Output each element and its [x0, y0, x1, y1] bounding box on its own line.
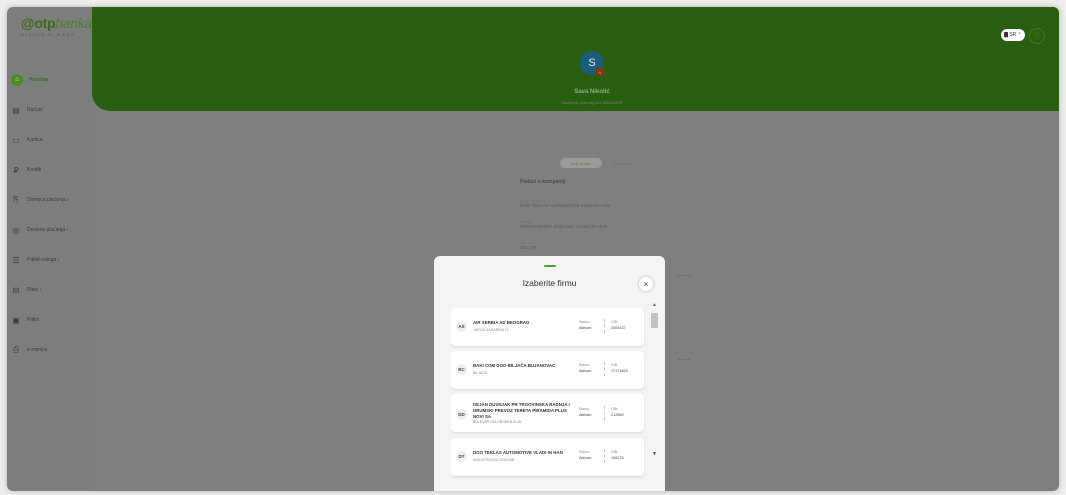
order-package-icon: ☰ — [12, 255, 20, 265]
e-invoice-icon: ⎙ — [12, 345, 20, 354]
sidebar-item-9[interactable]: ⎙ e-menice — [7, 335, 92, 365]
modal-title: Izaberite firmu — [522, 278, 577, 288]
firm-card[interactable]: DT DOO TEKLAS AUTOMOTIVE VLADI IN HAN INDU… — [451, 438, 644, 476]
sidebar-item-label: Plate › — [27, 287, 42, 293]
logout-button[interactable]: ⏻ — [1029, 28, 1045, 44]
user-role: Zastupnik pravnog lica MANAGER — [561, 100, 623, 105]
address-value: INDUSTRIJSKA ZONA BB, VLADIČIN HAN — [520, 224, 608, 229]
sidebar-item-1[interactable]: ▤ Računi — [7, 95, 92, 125]
divider — [678, 275, 690, 276]
domestic-payments-icon: ⎘ — [12, 195, 20, 204]
firm-status-value: Aktivan — [579, 413, 592, 417]
firm-name: DOO TEKLAS AUTOMOTIVE VLADI IN HAN — [473, 450, 563, 455]
sidebar-item-2[interactable]: ▭ Kartice — [7, 125, 92, 155]
firm-oib-label: OIB: — [611, 407, 619, 411]
firm-initials-badge: AS — [456, 321, 467, 332]
firm-name: AIR SERBIA AD BEOGRAD — [473, 320, 530, 325]
firm-initials-badge: DT — [456, 451, 467, 462]
sidebar-item-label: Početna — [29, 77, 49, 83]
sidebar-item-8[interactable]: ▣ Prilivi — [7, 305, 92, 335]
firm-address: BILJAČA — [473, 371, 488, 375]
firm-oib-value: 17171603 — [611, 369, 628, 373]
tab-settings[interactable]: Postavke — [602, 158, 644, 168]
scrollbar-thumb[interactable] — [651, 313, 658, 328]
language-selector[interactable]: ▇ SR ⌃ — [1001, 29, 1025, 41]
firm-card[interactable]: AS AIR SERBIA AD BEOGRAD JURIJA GAGARINA 1… — [451, 308, 644, 346]
sidebar-item-label: Krediti — [27, 167, 42, 173]
firm-oib-label: OIB: — [611, 320, 619, 324]
profile-tabs: Moji podaci Postavke — [560, 158, 644, 168]
sidebar-item-label: Prilivi — [27, 317, 39, 323]
divider — [678, 359, 690, 360]
profile-header: ▇ SR ⌃ ⏻ S N Sava Nikolić Zastupnik prav… — [92, 7, 1059, 111]
separator — [604, 319, 605, 333]
separator — [604, 406, 605, 420]
sidebar-item-label: e-menice — [27, 347, 48, 353]
company-info: Podaci o kompaniji Naziv kompanije DOO T… — [520, 179, 610, 262]
firm-initials-badge: BC — [456, 364, 467, 375]
firm-card[interactable]: DD DEJAN DUVNJAK PR TRGOVINSKA RADNJA I D… — [451, 394, 644, 432]
drag-handle[interactable] — [544, 265, 556, 267]
sidebar-item-3[interactable]: ₽ Krediti — [7, 155, 92, 185]
scroll-up-icon[interactable]: ▲ — [652, 302, 657, 308]
firm-address: INDUSTRIJSKA ZONA BB — [473, 458, 515, 462]
credits-icon: ₽ — [13, 165, 19, 175]
firm-name: DEJAN DUVNJAK PR TRGOVINSKA RADNJA I DRU… — [473, 402, 570, 419]
accounts-icon: ▤ — [12, 105, 20, 115]
firm-list: AS AIR SERBIA AD BEOGRAD JURIJA GAGARINA 1… — [451, 308, 657, 491]
sidebar-item-label: Paket naloga › — [27, 257, 60, 263]
firm-oib-label: OIB: — [611, 450, 619, 454]
firm-oib-value: 2006137 — [611, 326, 626, 330]
sidebar-item-label: Računi — [27, 107, 43, 113]
firm-status-value: Aktivan — [579, 326, 592, 330]
firm-address: BULEVAR OSLOBOĐENJA 48 — [473, 420, 521, 424]
products-icon: ▣ — [12, 315, 20, 325]
firm-name: BAKI COM DOO BILJAČA BUJANOVAC — [473, 363, 556, 368]
firm-status-value: Aktivan — [579, 369, 592, 373]
tab-my-data[interactable]: Moji podaci — [560, 158, 602, 168]
user-name: Sava Nikolić — [574, 89, 610, 95]
separator — [604, 449, 605, 463]
select-firm-modal: Izaberite firmu × AS AIR SERBIA AD BEOGRA… — [434, 256, 665, 491]
separator — [604, 362, 605, 376]
sidebar-item-4[interactable]: ⎘ Domaća plaćanja › — [7, 185, 92, 215]
logo-mark: @ — [21, 15, 35, 31]
avatar-badge: N — [595, 67, 605, 77]
company-name-value: DOO TEKLAS AUTOMOTIVE VLADI IN HAN — [520, 203, 611, 208]
cards-icon: ▭ — [12, 135, 20, 145]
otp-banka-logo: @otpbanka BIZNIS E-BANK — [21, 15, 92, 37]
foreign-payments-icon: ◎ — [12, 225, 20, 235]
firm-address: JURIJA GAGARINA 12 — [473, 328, 509, 332]
logo-brand-bold: otp — [34, 15, 56, 31]
logo-brand-soft: banka — [55, 15, 92, 31]
firm-status-label: Status: — [579, 450, 590, 454]
home-icon: ⌂ — [11, 74, 23, 86]
firm-status-label: Status: — [579, 363, 590, 367]
sidebar-item-6[interactable]: ☰ Paket naloga › — [7, 245, 92, 275]
close-icon: × — [643, 279, 649, 289]
firm-status-label: Status: — [579, 407, 590, 411]
firm-card[interactable]: BC BAKI COM DOO BILJAČA BUJANOVAC BILJAČA S… — [451, 351, 644, 389]
firm-status-label: Status: — [579, 320, 590, 324]
pib-value: 101 175 — [520, 245, 537, 250]
firm-status-value: Aktivan — [579, 456, 592, 460]
sidebar-nav: ⌂ Početna ▤ Računi ▭ Kartice ₽ Krediti ⎘ Domaća p… — [7, 65, 92, 365]
close-button[interactable]: × — [639, 277, 653, 291]
firm-initials-badge: DD — [456, 409, 467, 420]
sidebar-item-7[interactable]: ⊟ Plate › — [7, 275, 92, 305]
logo-tagline: BIZNIS E-BANK — [21, 32, 76, 37]
firm-oib-value: 108175 — [611, 456, 624, 460]
sidebar-item-label: Kartice — [27, 137, 43, 143]
sidebar-item-label: Devizna plaćanja › — [27, 227, 69, 233]
firm-oib-label: OIB: — [611, 363, 619, 367]
salary-icon: ⊟ — [12, 285, 20, 295]
company-info-heading: Podaci o kompaniji — [520, 179, 566, 185]
sidebar-item-5[interactable]: ◎ Devizna plaćanja › — [7, 215, 92, 245]
scroll-down-icon[interactable]: ▼ — [652, 451, 657, 457]
sidebar-item-label: Domaća plaćanja › — [27, 197, 69, 203]
firm-oib-value: 212869 — [611, 413, 624, 417]
sidebar-item-0[interactable]: ⌂ Početna — [7, 65, 92, 95]
sidebar: @otpbanka BIZNIS E-BANK ⌂ Početna ▤ Računi ▭… — [7, 7, 92, 491]
